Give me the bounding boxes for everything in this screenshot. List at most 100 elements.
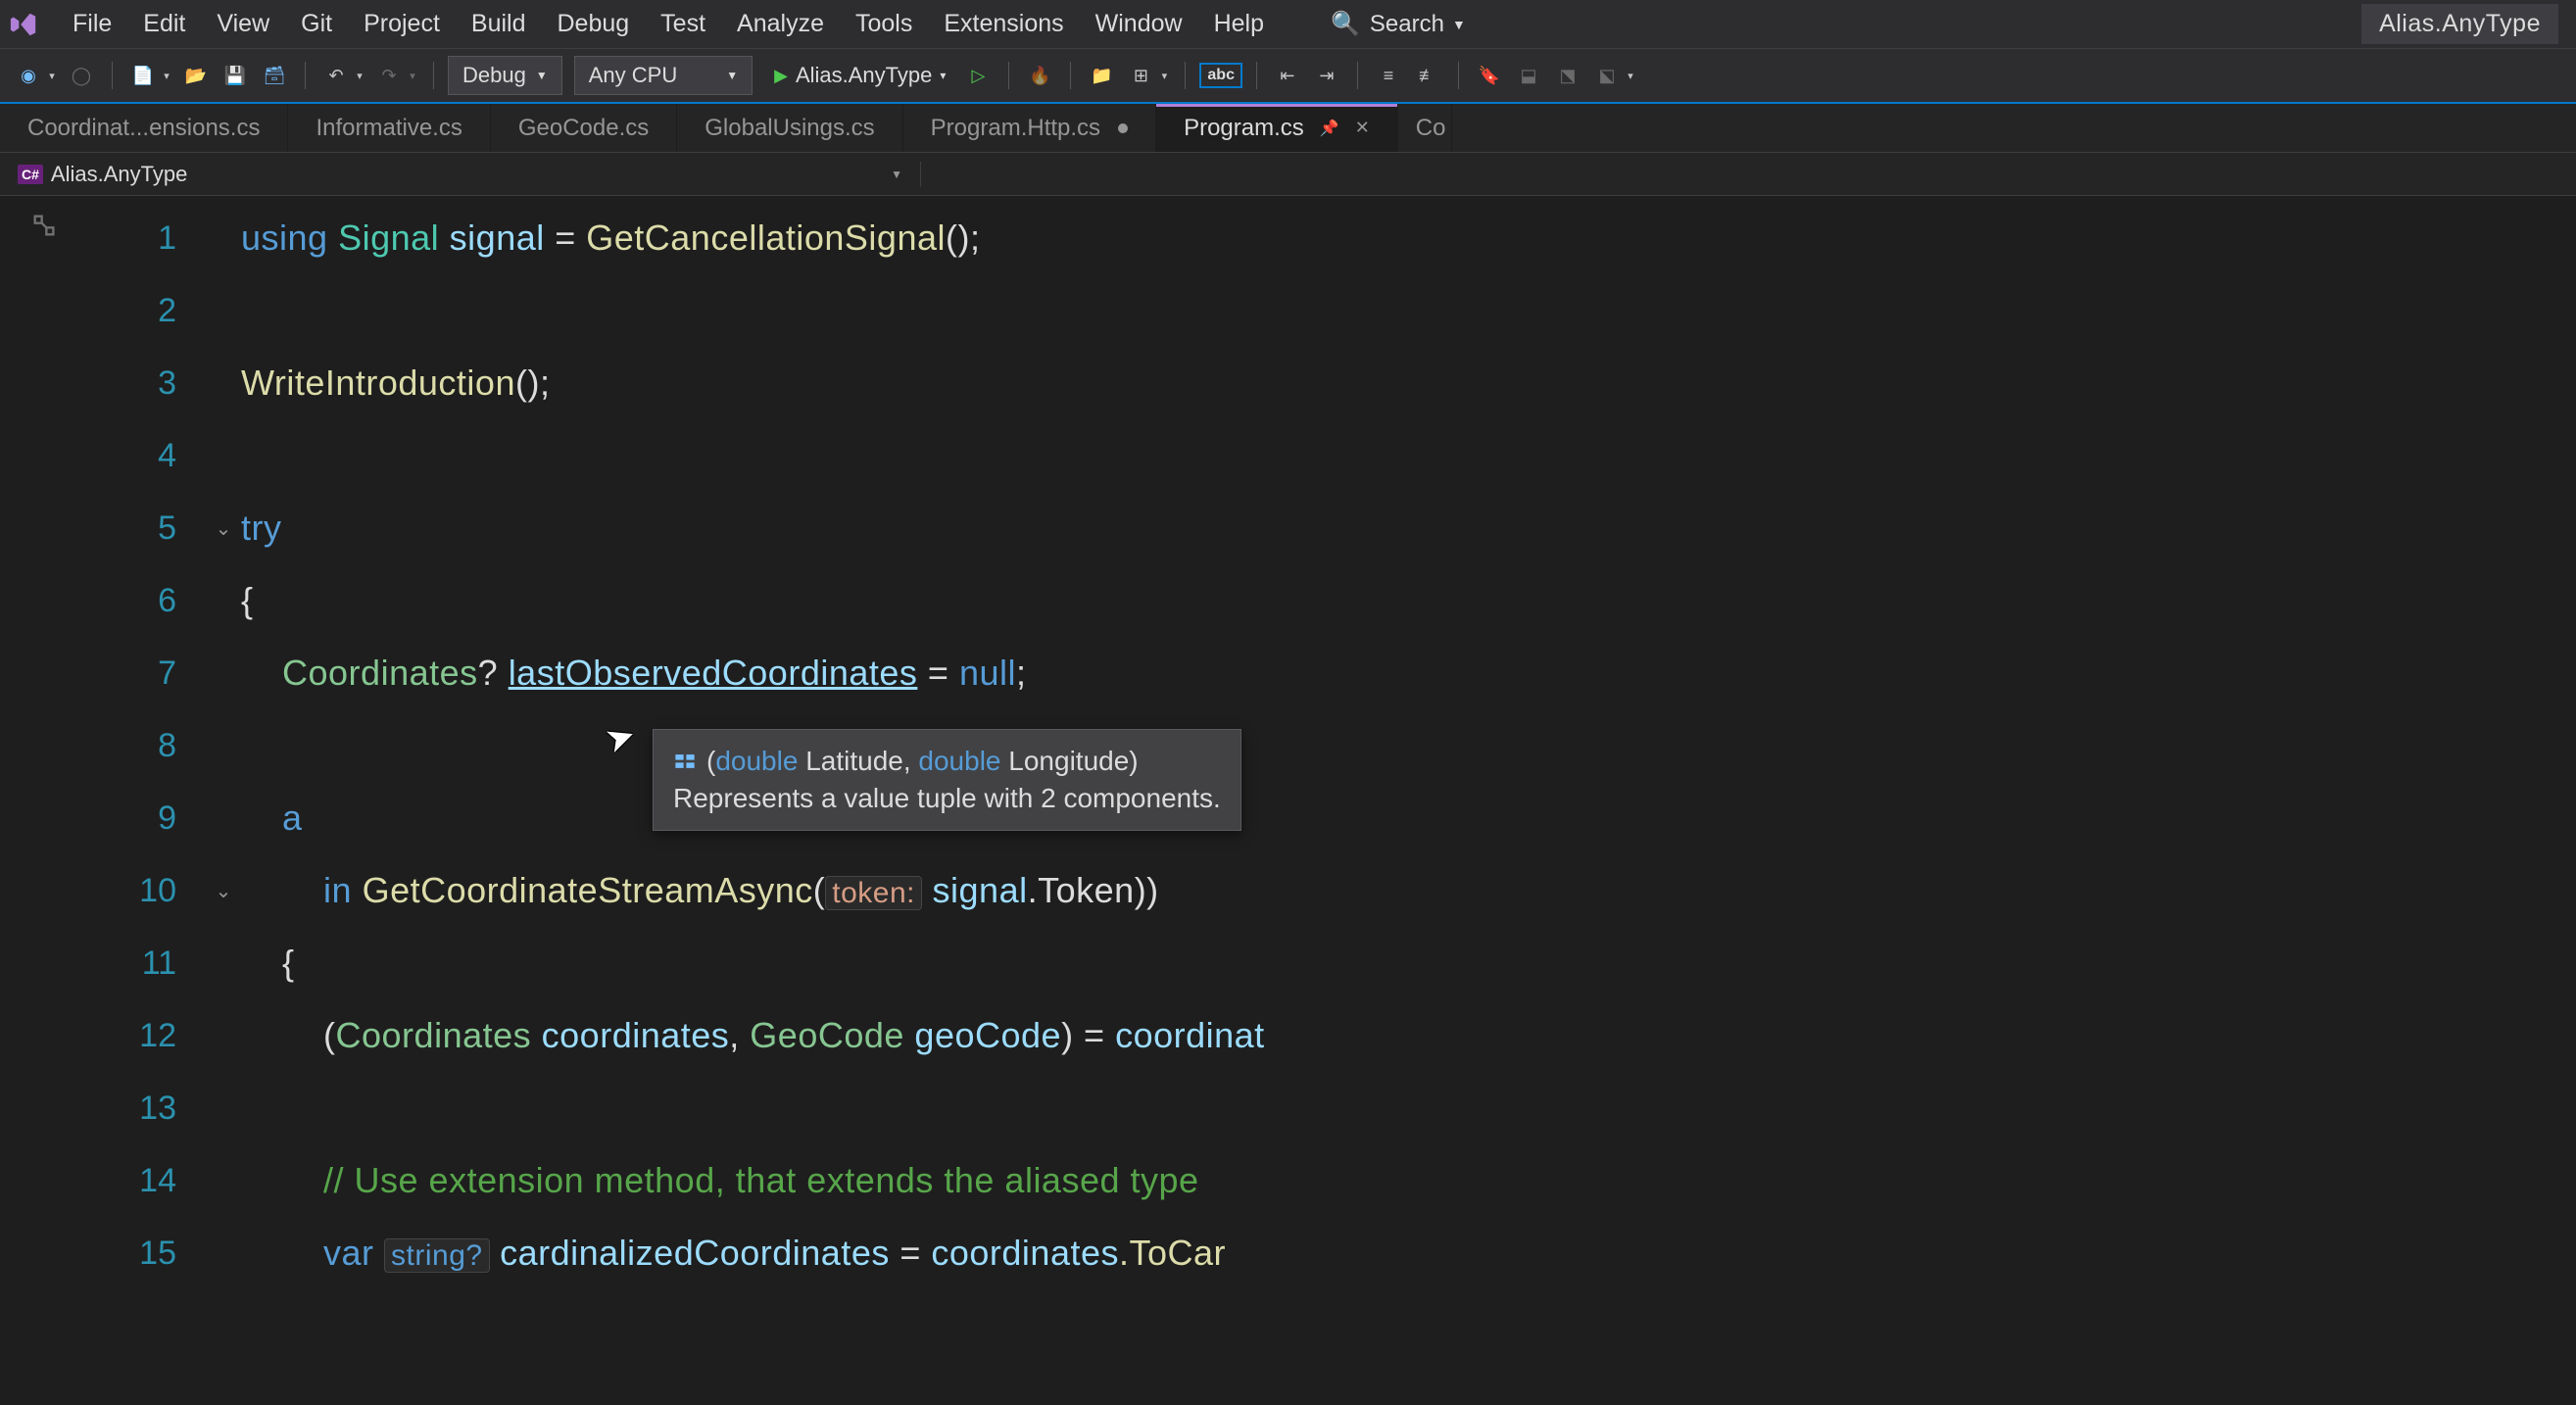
bookmark-next-button: ⬔: [1551, 59, 1584, 92]
collapse-icon[interactable]: [28, 210, 60, 241]
tooltip-text: Longitude): [1001, 746, 1139, 776]
separator: [112, 62, 113, 89]
tab-label: Program.cs: [1184, 115, 1304, 142]
redo-icon: ↷: [372, 59, 406, 92]
code-line: [241, 274, 2576, 347]
menu-edit[interactable]: Edit: [127, 4, 201, 44]
menu-file[interactable]: File: [57, 4, 127, 44]
separator: [1357, 62, 1358, 89]
play-filled-icon: ▶: [774, 66, 788, 86]
new-file-icon: 📄: [126, 59, 160, 92]
tab-label: Program.Http.cs: [931, 115, 1100, 142]
indent-more-button[interactable]: ⇥: [1310, 59, 1343, 92]
close-icon[interactable]: ✕: [1355, 118, 1370, 138]
menu-analyze[interactable]: Analyze: [721, 4, 840, 44]
line-number: 12: [88, 999, 176, 1072]
menu-tools[interactable]: Tools: [840, 4, 928, 44]
chevron-down-icon: ▼: [726, 69, 738, 82]
code-line: [241, 709, 2576, 782]
fold-toggle[interactable]: ⌄: [206, 854, 241, 927]
spell-check-button[interactable]: abc: [1199, 63, 1242, 88]
line-number: 5: [88, 492, 176, 564]
vs-logo-icon: [8, 9, 39, 40]
config-dropdown[interactable]: Debug ▼: [448, 56, 562, 95]
menu-help[interactable]: Help: [1198, 4, 1280, 44]
tooltip-text: double: [715, 746, 798, 776]
tab-program-http[interactable]: Program.Http.cs: [903, 104, 1156, 152]
separator: [305, 62, 306, 89]
fold-toggle[interactable]: ⌄: [206, 492, 241, 564]
code-line: {: [241, 564, 2576, 637]
separator: [1185, 62, 1186, 89]
code-line: await foreach (CoordinateGeoCodePair coo…: [241, 782, 2576, 854]
line-number: 6: [88, 564, 176, 637]
new-item-button[interactable]: 📄 ▾: [126, 59, 173, 92]
menu-view[interactable]: View: [201, 4, 285, 44]
tooltip-text: Latitude,: [798, 746, 918, 776]
project-name: Alias.AnyType: [51, 162, 187, 187]
chevron-down-icon: ▼: [1452, 17, 1466, 32]
redo-button[interactable]: ↷ ▾: [372, 59, 419, 92]
bookmark-button[interactable]: 🔖: [1473, 59, 1506, 92]
line-number: 14: [88, 1144, 176, 1217]
save-button[interactable]: 💾: [219, 59, 252, 92]
tab-globalusings[interactable]: GlobalUsings.cs: [677, 104, 902, 152]
open-file-button[interactable]: 📂: [179, 59, 213, 92]
tab-geocode[interactable]: GeoCode.cs: [491, 104, 677, 152]
line-number: 15: [88, 1217, 176, 1289]
quick-info-tooltip: (double Latitude, double Longitude) Repr…: [653, 729, 1241, 831]
code-editor[interactable]: 1 2 3 4 5 6 7 8 9 10 11 12 13 14 15 ⌄ ⌄ …: [0, 196, 2576, 1405]
menu-project[interactable]: Project: [348, 4, 456, 44]
toolbar: ◉ ▾ ◯ 📄 ▾ 📂 💾 🗃 ↶ ▾ ↷ ▾ Debug ▼ Any CPU …: [0, 49, 2576, 104]
tooltip-text: double: [918, 746, 1000, 776]
start-without-debug-button[interactable]: ▷: [961, 59, 995, 92]
config-label: Debug: [462, 63, 526, 88]
line-number: 3: [88, 347, 176, 419]
bookmark-prev-button: ⬓: [1512, 59, 1545, 92]
bookmark-clear-button[interactable]: ⬕ ▾: [1590, 59, 1637, 92]
uncomment-button[interactable]: ≢: [1411, 59, 1444, 92]
menu-git[interactable]: Git: [285, 4, 348, 44]
navigation-bar: C# Alias.AnyType ▼: [0, 153, 2576, 196]
tab-coordinate-extensions[interactable]: Coordinat...ensions.cs: [0, 104, 288, 152]
tab-informative[interactable]: Informative.cs: [288, 104, 490, 152]
code-line: (Coordinates coordinates, GeoCode geoCod…: [241, 999, 2576, 1072]
pin-icon[interactable]: 📌: [1320, 119, 1339, 138]
code-line: var string? cardinalizedCoordinates = co…: [241, 1217, 2576, 1289]
project-selector[interactable]: C# Alias.AnyType ▼: [0, 162, 921, 187]
menu-build[interactable]: Build: [456, 4, 542, 44]
separator: [1008, 62, 1009, 89]
start-debug-button[interactable]: ▶ Alias.AnyType ▾: [764, 59, 955, 92]
nav-back-button[interactable]: ◉ ▾: [12, 59, 59, 92]
menu-test[interactable]: Test: [645, 4, 721, 44]
platform-dropdown[interactable]: Any CPU ▼: [574, 56, 753, 95]
code-content[interactable]: using Signal signal = GetCancellationSig…: [241, 196, 2576, 1405]
line-number: 4: [88, 419, 176, 492]
comment-button[interactable]: ≡: [1372, 59, 1405, 92]
dirty-indicator-icon: [1118, 123, 1128, 133]
code-line: WriteIntroduction();: [241, 347, 2576, 419]
indent-less-button[interactable]: ⇤: [1271, 59, 1304, 92]
find-in-files-button[interactable]: ⊞ ▾: [1124, 59, 1171, 92]
menu-debug[interactable]: Debug: [542, 4, 646, 44]
menu-bar: File Edit View Git Project Build Debug T…: [0, 0, 2576, 49]
tab-label: Co: [1416, 115, 1446, 142]
separator: [433, 62, 434, 89]
undo-icon: ↶: [319, 59, 353, 92]
bookmark-clear-icon: ⬕: [1590, 59, 1624, 92]
search-box[interactable]: 🔍 Search ▼: [1319, 6, 1478, 42]
browse-button[interactable]: 📁: [1085, 59, 1118, 92]
chevron-down-icon: ▼: [891, 168, 902, 181]
line-number: 8: [88, 709, 176, 782]
tab-overflow[interactable]: Co: [1398, 104, 1453, 152]
menu-extensions[interactable]: Extensions: [928, 4, 1079, 44]
csharp-badge-icon: C#: [18, 165, 43, 184]
tab-program[interactable]: Program.cs 📌 ✕: [1156, 104, 1398, 152]
tab-label: GeoCode.cs: [518, 115, 649, 142]
menu-window[interactable]: Window: [1080, 4, 1198, 44]
undo-button[interactable]: ↶ ▾: [319, 59, 366, 92]
editor-margin: [0, 196, 88, 1405]
tab-label: GlobalUsings.cs: [705, 115, 874, 142]
save-all-button[interactable]: 🗃: [258, 59, 291, 92]
code-line: Coordinates? lastObservedCoordinates = n…: [241, 637, 2576, 709]
